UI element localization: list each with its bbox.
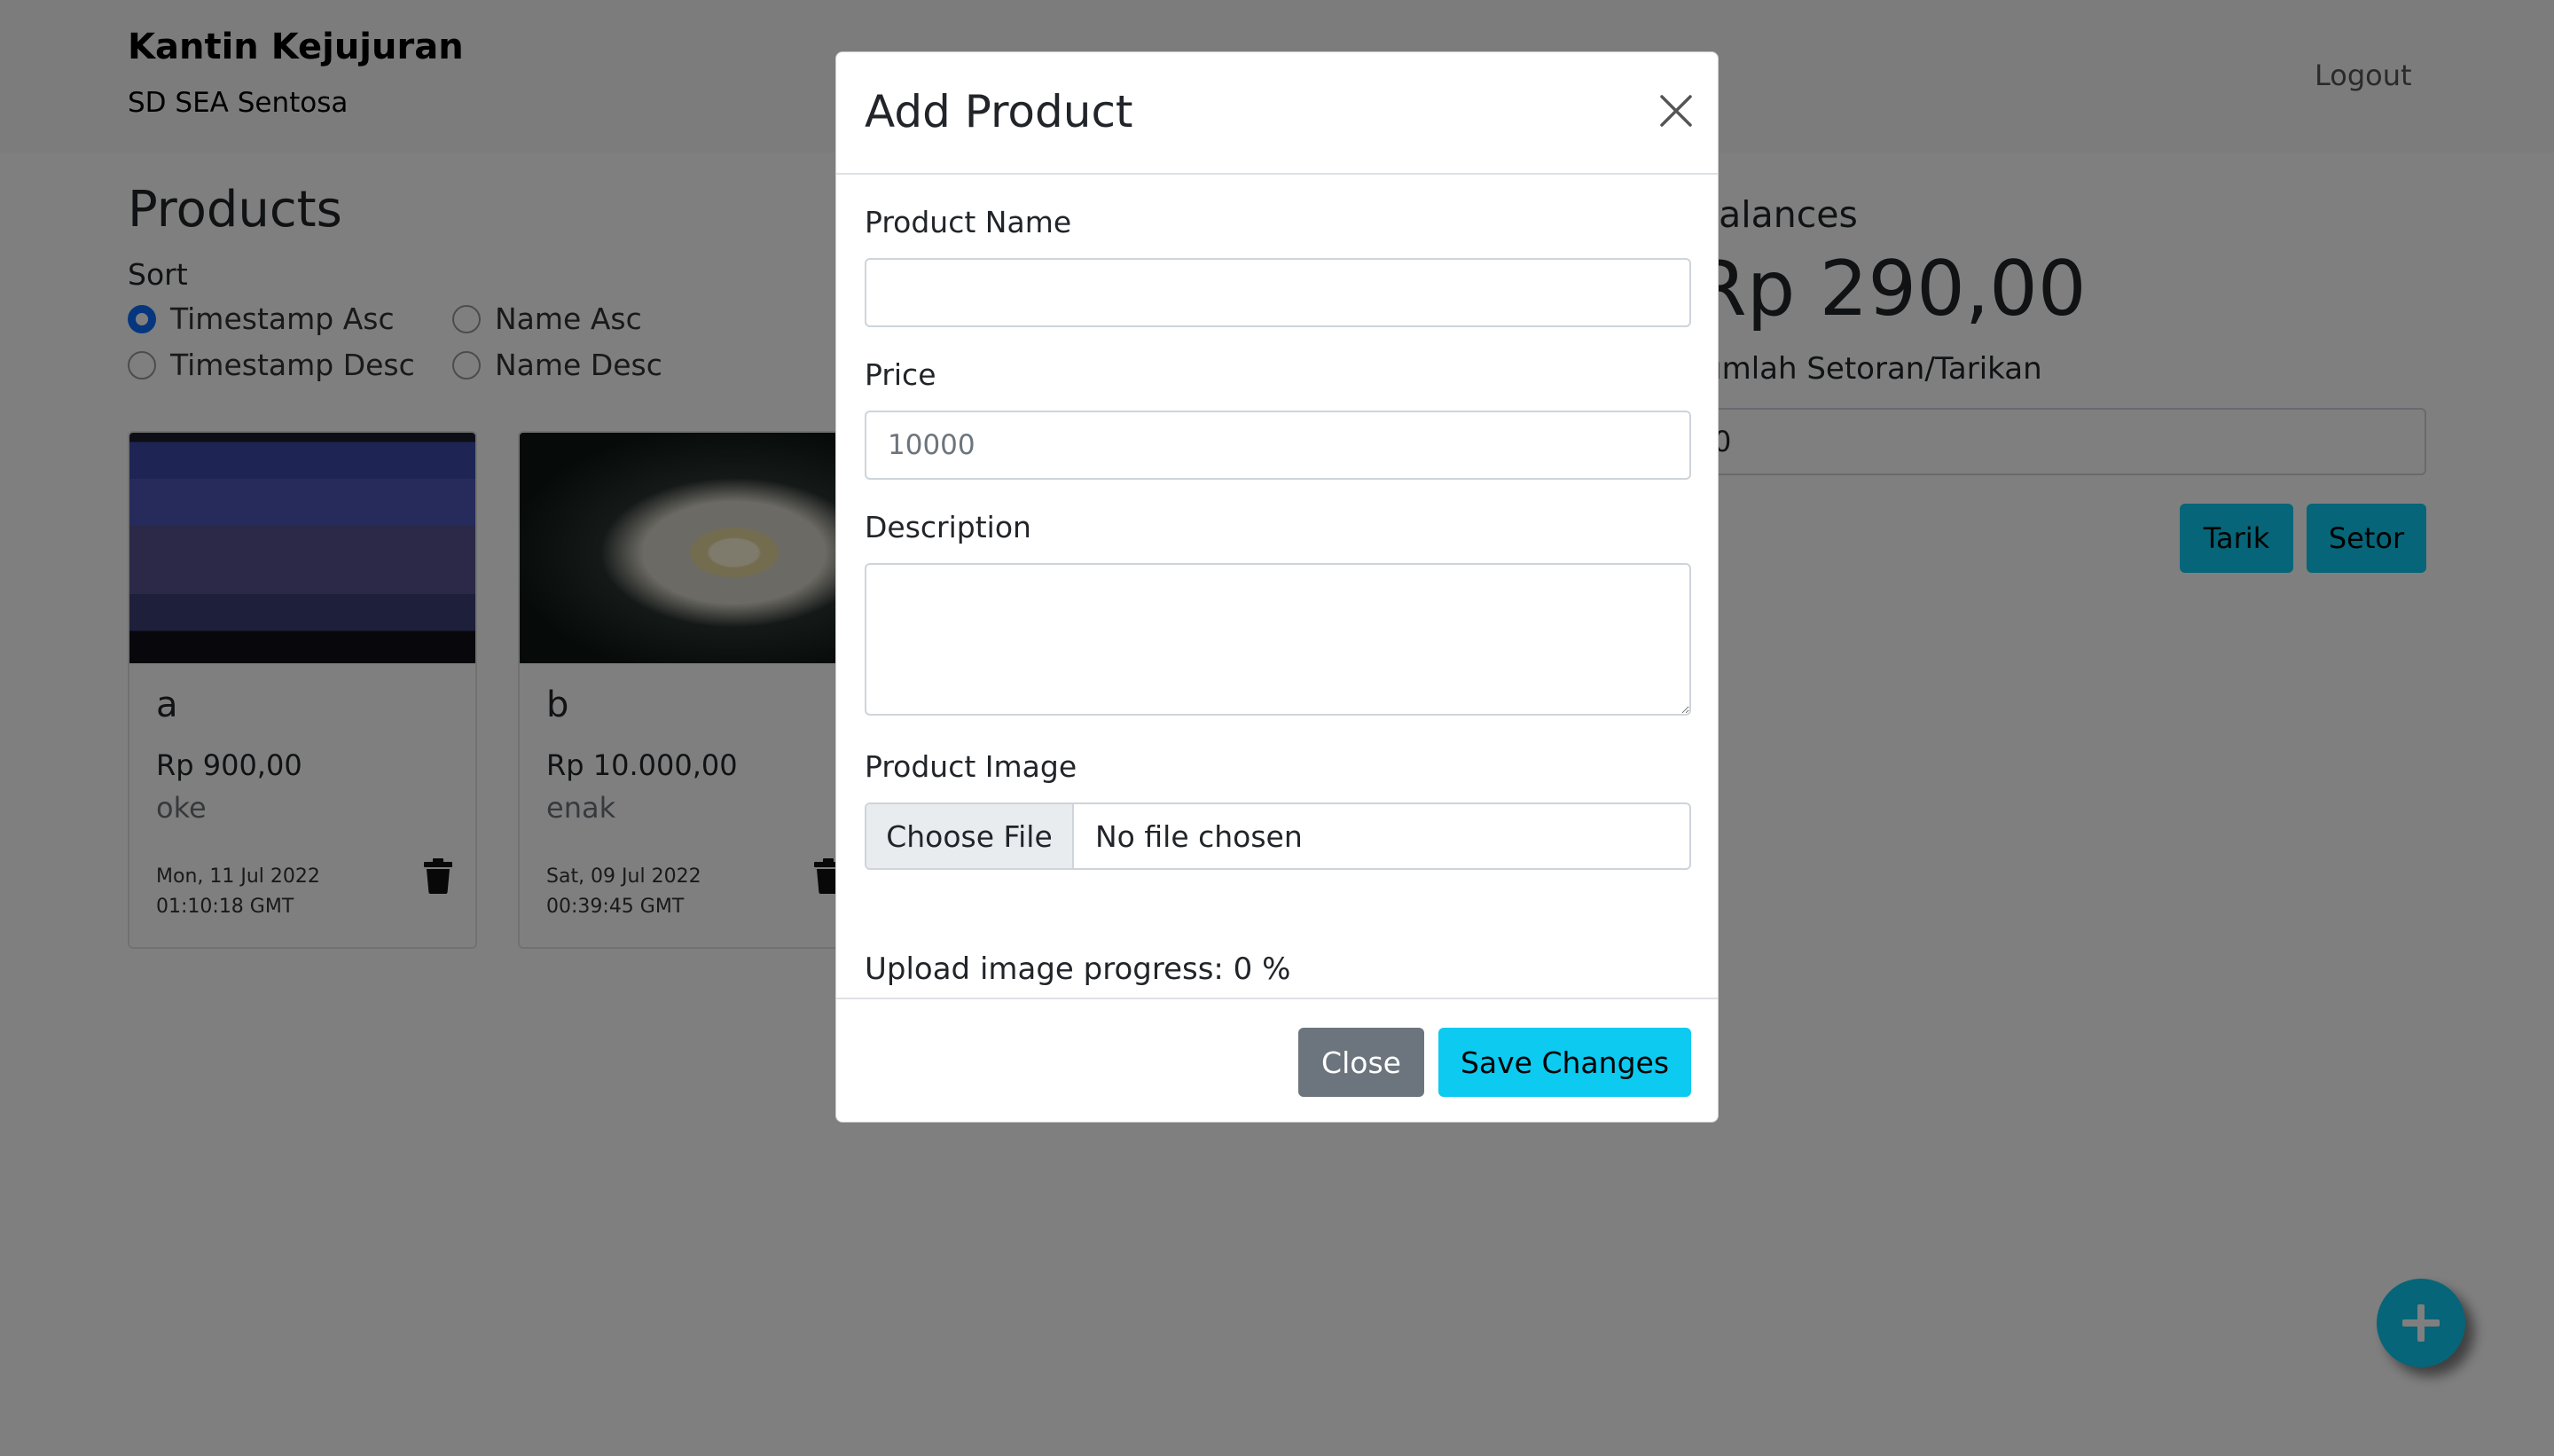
price-label: Price [865, 357, 936, 392]
price-input[interactable] [865, 411, 1691, 480]
save-changes-button[interactable]: Save Changes [1438, 1028, 1691, 1097]
description-textarea[interactable] [865, 563, 1691, 716]
description-label: Description [865, 510, 1031, 544]
product-name-label: Product Name [865, 205, 1072, 239]
modal-footer: Close Save Changes [836, 998, 1718, 1123]
close-button[interactable]: Close [1298, 1028, 1424, 1097]
product-image-label: Product Image [865, 749, 1077, 784]
modal-header: Add Product [836, 52, 1718, 175]
product-name-input[interactable] [865, 258, 1691, 327]
add-product-modal: Add Product Product Name Price Descripti… [835, 51, 1719, 1123]
choose-file-button[interactable]: Choose File [866, 804, 1074, 868]
close-icon[interactable] [1658, 93, 1694, 129]
file-status-text: No file chosen [1095, 818, 1303, 854]
file-input[interactable]: Choose File No file chosen [865, 802, 1691, 870]
modal-title: Add Product [865, 86, 1133, 137]
upload-progress-text: Upload image progress: 0 % [865, 951, 1291, 987]
